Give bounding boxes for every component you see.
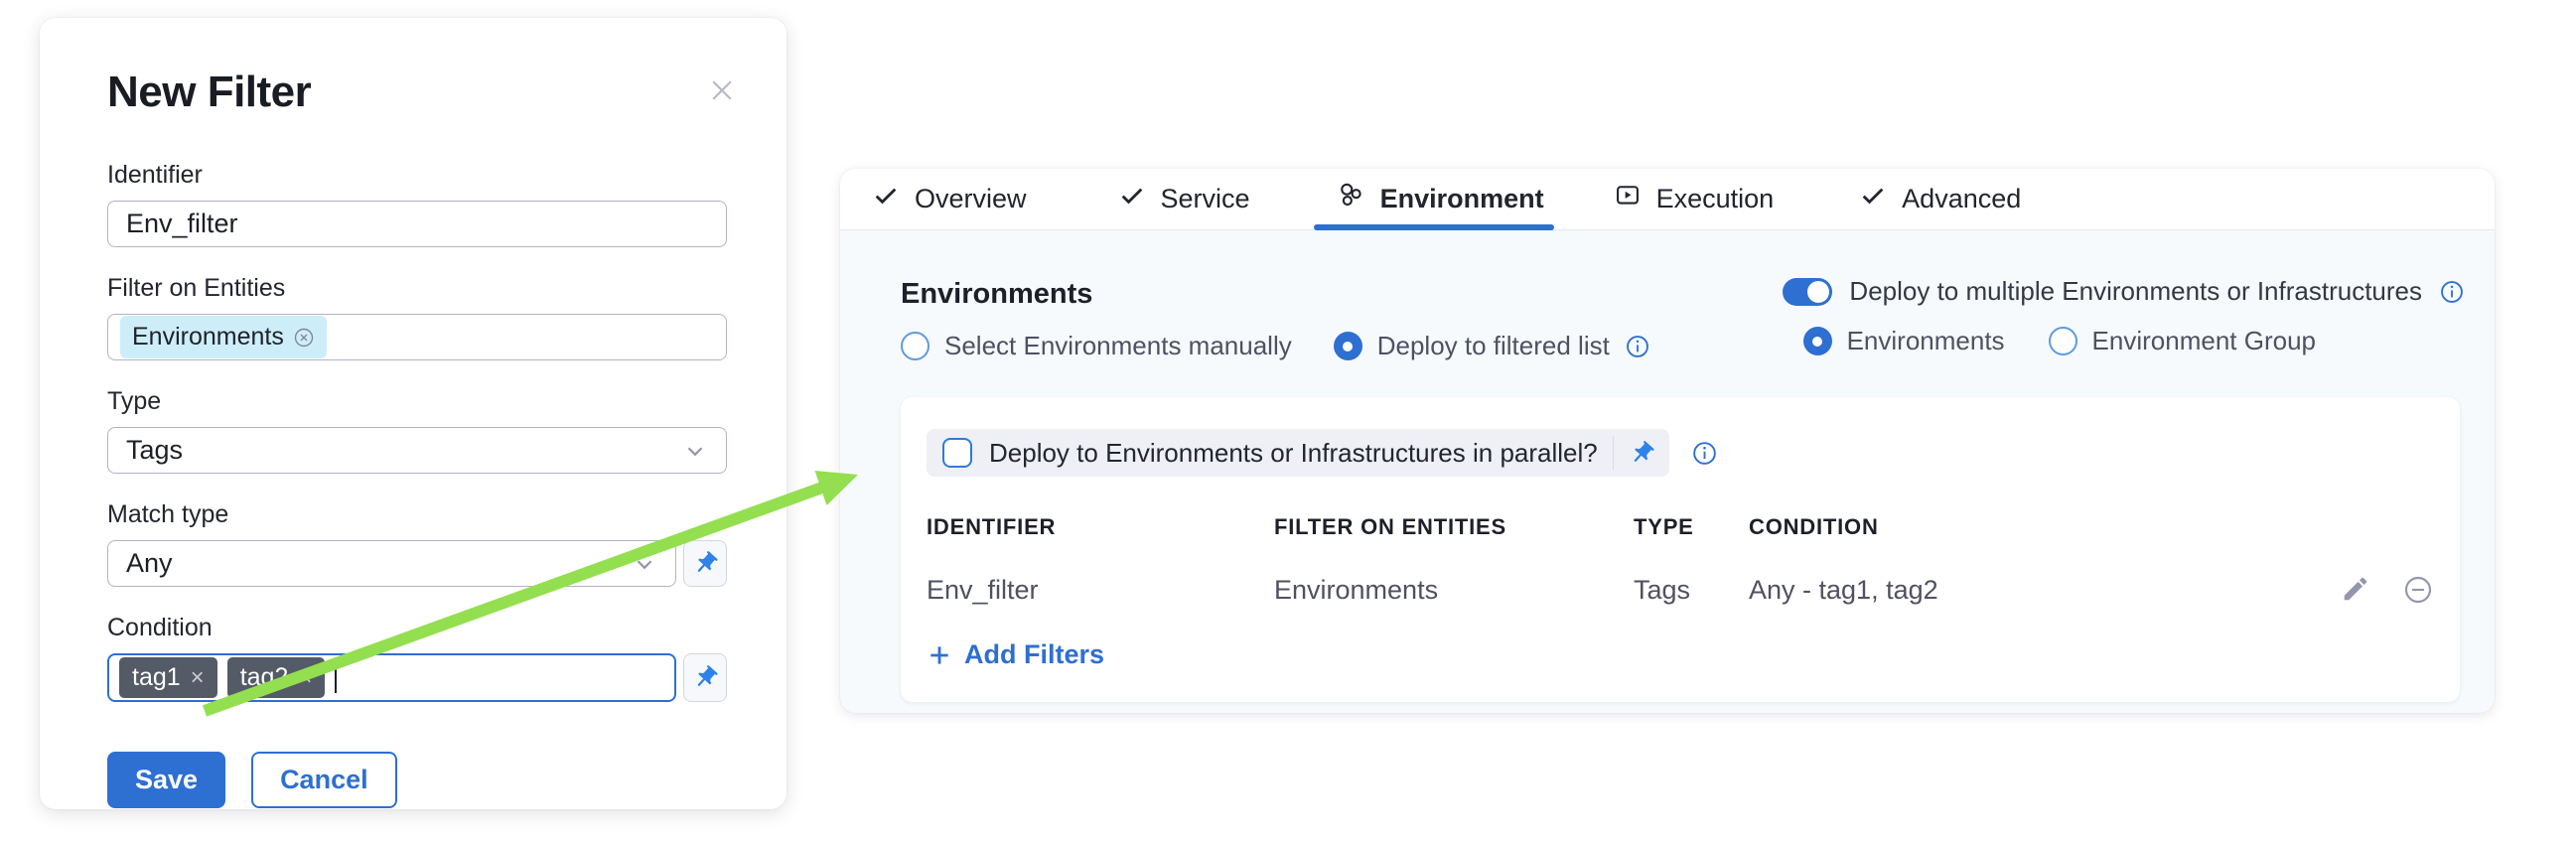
parallel-checkbox-label: Deploy to Environments or Infrastructure… bbox=[989, 438, 1598, 469]
tab-execution[interactable]: Execution bbox=[1614, 169, 1775, 229]
filters-card: Deploy to Environments or Infrastructure… bbox=[901, 397, 2460, 702]
tab-advanced[interactable]: Advanced bbox=[1859, 169, 2021, 229]
add-filters-label: Add Filters bbox=[964, 639, 1104, 670]
parallel-checkbox-row: Deploy to Environments or Infrastructure… bbox=[927, 429, 1669, 477]
match-type-value: Any bbox=[126, 548, 173, 579]
column-header: FILTER ON ENTITIES bbox=[1274, 514, 1634, 540]
tab-label: Overview bbox=[915, 184, 1027, 214]
parallel-checkbox[interactable] bbox=[942, 438, 972, 468]
pin-icon[interactable] bbox=[1614, 440, 1669, 467]
column-header: TYPE bbox=[1634, 514, 1749, 540]
match-type-label: Match type bbox=[107, 500, 727, 529]
type-value: Tags bbox=[126, 435, 183, 466]
pin-icon[interactable] bbox=[683, 653, 727, 702]
edit-icon[interactable] bbox=[2341, 574, 2370, 606]
pin-icon[interactable] bbox=[683, 540, 727, 587]
identifier-value: Env_filter bbox=[126, 209, 238, 239]
column-header: IDENTIFIER bbox=[927, 514, 1274, 540]
new-filter-modal: New Filter Identifier Env_filter Filter … bbox=[40, 18, 787, 809]
radio-select-manually[interactable]: Select Environments manually bbox=[901, 331, 1292, 361]
cell-identifier: Env_filter bbox=[927, 575, 1274, 606]
radio-circle[interactable] bbox=[1334, 332, 1362, 360]
tab-label: Execution bbox=[1656, 184, 1775, 214]
identifier-input[interactable]: Env_filter bbox=[107, 201, 727, 247]
check-icon bbox=[872, 182, 900, 216]
radio-deploy-filtered-list[interactable]: Deploy to filtered list bbox=[1334, 331, 1650, 361]
execution-icon bbox=[1614, 182, 1642, 216]
match-type-select[interactable]: Any bbox=[107, 540, 676, 587]
cell-condition: Any - tag1, tag2 bbox=[1749, 575, 2311, 606]
tab-environment[interactable]: Environment bbox=[1336, 169, 1544, 229]
condition-input[interactable]: tag1 × tag2 × bbox=[107, 653, 676, 702]
type-select[interactable]: Tags bbox=[107, 427, 727, 474]
close-icon[interactable] bbox=[707, 75, 737, 110]
multi-env-toggle[interactable] bbox=[1783, 278, 1832, 306]
row-actions bbox=[2311, 574, 2434, 606]
radio-environment-group[interactable]: Environment Group bbox=[2049, 326, 2316, 356]
tab-label: Environment bbox=[1380, 184, 1544, 214]
check-icon bbox=[1118, 182, 1146, 216]
info-icon[interactable] bbox=[1691, 440, 1718, 467]
tab-service[interactable]: Service bbox=[1118, 169, 1250, 229]
radio-circle[interactable] bbox=[1803, 327, 1832, 355]
environment-config-panel: Overview Service Environment Execution A… bbox=[840, 169, 2495, 713]
chip-remove-icon[interactable]: × bbox=[298, 666, 312, 690]
tab-overview[interactable]: Overview bbox=[872, 169, 1027, 229]
entities-label: Filter on Entities bbox=[107, 274, 727, 303]
identifier-label: Identifier bbox=[107, 161, 727, 190]
modal-title: New Filter bbox=[107, 68, 311, 117]
cell-filter-on-entities: Environments bbox=[1274, 575, 1634, 606]
condition-label: Condition bbox=[107, 614, 727, 642]
radio-circle[interactable] bbox=[901, 332, 930, 360]
cell-type: Tags bbox=[1634, 575, 1749, 606]
chevron-down-icon bbox=[632, 551, 657, 577]
info-icon[interactable] bbox=[1625, 334, 1650, 359]
info-icon[interactable] bbox=[2439, 279, 2465, 305]
type-label: Type bbox=[107, 387, 727, 416]
condition-chip-label: tag1 bbox=[132, 663, 181, 692]
check-icon bbox=[1859, 182, 1887, 216]
entities-chip: Environments bbox=[120, 316, 327, 358]
tab-label: Service bbox=[1161, 184, 1250, 214]
condition-chip-label: tag2 bbox=[240, 663, 289, 692]
condition-chip: tag2 × bbox=[227, 657, 326, 698]
radio-environments[interactable]: Environments bbox=[1803, 326, 2005, 356]
entities-chip-label: Environments bbox=[132, 323, 284, 351]
tab-label: Advanced bbox=[1902, 184, 2021, 214]
text-cursor bbox=[335, 663, 337, 693]
radio-label: Environment Group bbox=[2092, 326, 2316, 356]
radio-circle[interactable] bbox=[2049, 327, 2077, 355]
filters-table: IDENTIFIER FILTER ON ENTITIES TYPE CONDI… bbox=[927, 514, 2434, 606]
column-header: CONDITION bbox=[1749, 514, 2311, 540]
entities-input[interactable]: Environments bbox=[107, 314, 727, 360]
toggle-label: Deploy to multiple Environments or Infra… bbox=[1849, 276, 2422, 307]
chevron-down-icon bbox=[682, 438, 708, 464]
remove-row-icon[interactable] bbox=[2402, 574, 2434, 606]
pipeline-tabbar: Overview Service Environment Execution A… bbox=[840, 169, 2495, 230]
chip-remove-icon[interactable]: × bbox=[191, 666, 205, 690]
radio-label: Select Environments manually bbox=[944, 331, 1292, 361]
save-button[interactable]: Save bbox=[107, 752, 225, 808]
add-filters-button[interactable]: Add Filters bbox=[927, 639, 1104, 670]
condition-chip: tag1 × bbox=[119, 657, 217, 698]
cancel-button[interactable]: Cancel bbox=[251, 752, 397, 808]
environment-icon bbox=[1336, 181, 1365, 217]
radio-label: Environments bbox=[1847, 326, 2005, 356]
radio-label: Deploy to filtered list bbox=[1377, 331, 1610, 361]
chip-remove-icon[interactable] bbox=[293, 327, 315, 349]
plus-icon bbox=[927, 642, 952, 668]
environments-heading: Environments bbox=[901, 278, 1650, 311]
